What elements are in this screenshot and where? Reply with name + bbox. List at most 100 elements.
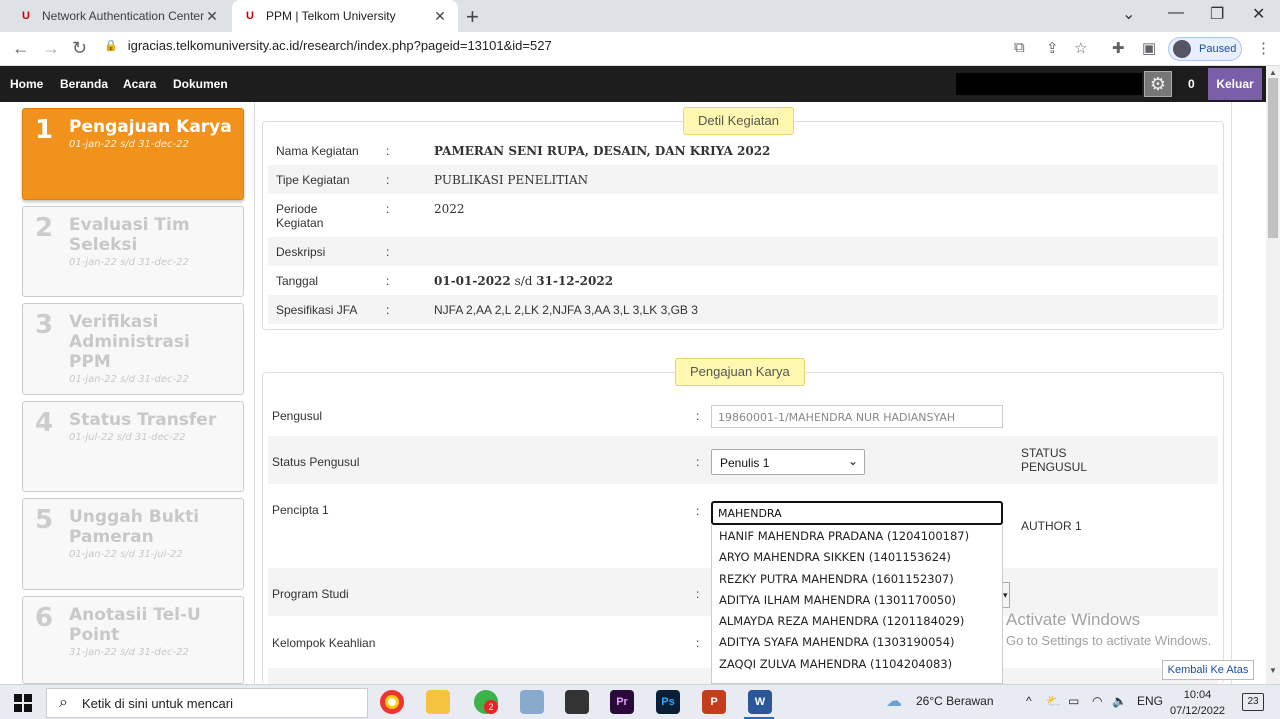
field-label: Pengusul — [272, 409, 323, 423]
menu-dokumen[interactable]: Dokumen — [173, 77, 228, 91]
close-tab-icon[interactable]: ✕ — [204, 8, 220, 25]
detail-value: 2022 — [434, 202, 465, 216]
suggestion-item[interactable]: ADITYA SYAFA MAHENDRA (1303190054) — [712, 631, 1002, 652]
colon: : — [386, 173, 390, 187]
program-studi-select-edge[interactable]: ▾ — [1003, 582, 1010, 608]
side-panel-icon[interactable]: ▣ — [1142, 39, 1156, 57]
step-number: 1 — [35, 115, 54, 145]
step-name: Unggah Bukti Pameran — [69, 507, 200, 547]
colon: : — [696, 504, 700, 518]
share-icon[interactable]: ⇪ — [1046, 39, 1059, 57]
scroll-down-icon[interactable]: ▼ — [1269, 666, 1277, 675]
calendar-icon[interactable] — [565, 690, 589, 714]
step-name: Anotasii Tel-U Point — [69, 605, 201, 645]
weather-cloud-icon[interactable]: ☁ — [886, 691, 902, 711]
menu-home[interactable]: Home — [10, 77, 43, 91]
step-verifikasi-administrasi[interactable]: 3 Verifikasi Administrasi PPM 01-jan-22 … — [22, 303, 244, 395]
step-name: Verifikasi Administrasi PPM — [69, 312, 190, 372]
browser-tab-ppm[interactable]: U PPM | Telkom University ✕ — [232, 0, 458, 32]
suggestion-item[interactable]: ADITYA ILHAM MAHENDRA (1301170050) — [712, 589, 1002, 610]
menu-dots-icon[interactable]: ⋮ — [1256, 39, 1271, 57]
scroll-up-icon[interactable]: ▲ — [1269, 68, 1277, 77]
suggestion-item[interactable]: ALMAYDA REZA MAHENDRA (1201184029) — [712, 610, 1002, 631]
browser-tab-network-auth[interactable]: U Network Authentication Center | ✕ — [8, 0, 230, 32]
language-indicator[interactable]: ENG — [1137, 694, 1163, 708]
word-icon[interactable]: W — [748, 690, 772, 714]
chrome-icon[interactable] — [380, 690, 404, 714]
weather-text[interactable]: 26°C Berawan — [916, 694, 994, 708]
suggestion-item[interactable]: HANIF MAHENDRA PRADANA (1204100187) — [712, 525, 1002, 546]
search-placeholder: Ketik di sini untuk mencari — [81, 695, 233, 711]
suggestion-item[interactable]: ARYO MAHENDRA SIKKEN (1401153624) — [712, 546, 1002, 567]
back-to-top-button[interactable]: Kembali Ke Atas — [1162, 660, 1254, 680]
author-label: AUTHOR 1 — [1021, 519, 1082, 533]
premiere-icon[interactable]: Pr — [610, 690, 634, 714]
detail-row-nama: Nama Kegiatan : PAMERAN SENI RUPA, DESAI… — [268, 136, 1218, 165]
pencipta-input[interactable]: MAHENDRA — [711, 501, 1003, 525]
step-evaluasi-tim-seleksi[interactable]: 2 Evaluasi Tim Seleksi 01-jan-22 s/d 31-… — [22, 206, 244, 297]
new-tab-icon[interactable]: + — [466, 4, 479, 30]
detail-row-deskripsi: Deskripsi : — [268, 237, 1218, 266]
maximize-icon[interactable]: ❐ — [1210, 4, 1224, 24]
battery-icon[interactable]: ▭ — [1068, 694, 1079, 708]
minimize-icon[interactable]: — — [1168, 4, 1184, 22]
redacted-user-box — [956, 73, 1142, 95]
reload-icon[interactable]: ↻ — [72, 38, 87, 59]
suggestion-item[interactable]: REZKY PUTRA MAHENDRA (1601152307) — [712, 568, 1002, 589]
taskbar-clock[interactable]: 10:04 07/12/2022 — [1170, 687, 1225, 719]
url-text: igracias.telkomuniversity.ac.id/research… — [127, 38, 552, 53]
tab-search-chevron-icon[interactable]: ⌄ — [1122, 4, 1135, 24]
forward-icon[interactable]: → — [42, 38, 60, 59]
autocomplete-dropdown: HANIF MAHENDRA PRADANA (1204100187) ARYO… — [711, 525, 1003, 684]
colon: : — [386, 245, 390, 259]
back-icon[interactable]: ← — [12, 38, 30, 59]
settings-gear-icon[interactable]: ⚙ — [1144, 71, 1172, 97]
detail-label: Tipe Kegiatan — [276, 173, 350, 187]
avatar — [1173, 40, 1191, 58]
step-status-transfer[interactable]: 4 Status Transfer 01-jul-22 s/d 31-dec-2… — [22, 401, 244, 492]
browser-toolbar: ← → ↻ 🔒 igracias.telkomuniversity.ac.id/… — [0, 32, 1280, 66]
step-date: 01-jan-22 s/d 31-dec-22 — [69, 139, 189, 150]
field-label: Pencipta 1 — [272, 503, 329, 517]
scrollbar-thumb[interactable] — [1268, 78, 1278, 238]
close-window-icon[interactable]: ✕ — [1252, 4, 1265, 24]
step-unggah-bukti-pameran[interactable]: 5 Unggah Bukti Pameran 01-jan-22 s/d 31-… — [22, 498, 244, 590]
taskbar-search[interactable]: ⌕ Ketik di sini untuk mencari — [46, 688, 368, 718]
close-tab-icon[interactable]: ✕ — [432, 8, 448, 25]
menu-beranda[interactable]: Beranda — [60, 77, 108, 91]
address-bar[interactable]: 🔒 igracias.telkomuniversity.ac.id/resear… — [104, 38, 552, 53]
detail-row-tipe: Tipe Kegiatan : PUBLIKASI PENELITIAN — [268, 165, 1218, 194]
notification-count[interactable]: 0 — [1188, 77, 1195, 91]
colon: : — [696, 587, 700, 601]
colon: : — [386, 274, 390, 288]
pengusul-input[interactable]: 19860001-1/MAHENDRA NUR HADIANSYAH — [711, 405, 1003, 428]
colon: : — [696, 409, 700, 423]
suggestion-item[interactable]: ZAQQI ZULVA MAHENDRA (1104204083) — [712, 653, 1002, 674]
lock-icon[interactable]: 🔒 — [104, 39, 118, 52]
photoshop-icon[interactable]: Ps — [656, 690, 680, 714]
step-pengajuan-karya[interactable]: 1 Pengajuan Karya 01-jan-22 s/d 31-dec-2… — [22, 108, 244, 200]
colon: : — [696, 636, 700, 650]
logout-button[interactable]: Keluar — [1208, 68, 1262, 100]
menu-acara[interactable]: Acara — [123, 77, 156, 91]
page-scrollbar[interactable]: ▲ ▼ — [1266, 66, 1280, 684]
whatsapp-badge: 2 — [484, 700, 498, 714]
tray-chevron-up-icon[interactable]: ^ — [1026, 694, 1032, 708]
translate-icon[interactable]: ⧉ — [1014, 39, 1025, 56]
step-anotasi-tel-u-point[interactable]: 6 Anotasii Tel-U Point 31-jan-22 s/d 31-… — [22, 596, 244, 684]
profile-button[interactable]: Paused — [1168, 37, 1242, 61]
search-icon: ⌕ — [59, 694, 68, 711]
speaker-icon[interactable]: 🔈 — [1112, 694, 1127, 708]
detail-value: NJFA 2,AA 2,L 2,LK 2,NJFA 3,AA 3,L 3,LK … — [434, 303, 698, 317]
file-explorer-icon[interactable] — [426, 690, 450, 714]
paint-icon[interactable] — [520, 690, 544, 714]
windows-start-icon[interactable] — [14, 694, 32, 712]
powerpoint-icon[interactable]: P — [702, 690, 726, 714]
extensions-icon[interactable]: ✚ — [1112, 39, 1125, 57]
detail-value: 01-01-2022 s/d 31-12-2022 — [434, 274, 613, 288]
status-pengusul-select[interactable]: Penulis 1 ⌄ — [711, 449, 865, 475]
notifications-icon[interactable]: 23 — [1242, 693, 1264, 711]
wifi-icon[interactable]: ◠ — [1092, 694, 1102, 708]
bookmark-star-icon[interactable]: ☆ — [1074, 39, 1087, 57]
onedrive-icon[interactable]: ⛅ — [1046, 694, 1061, 708]
